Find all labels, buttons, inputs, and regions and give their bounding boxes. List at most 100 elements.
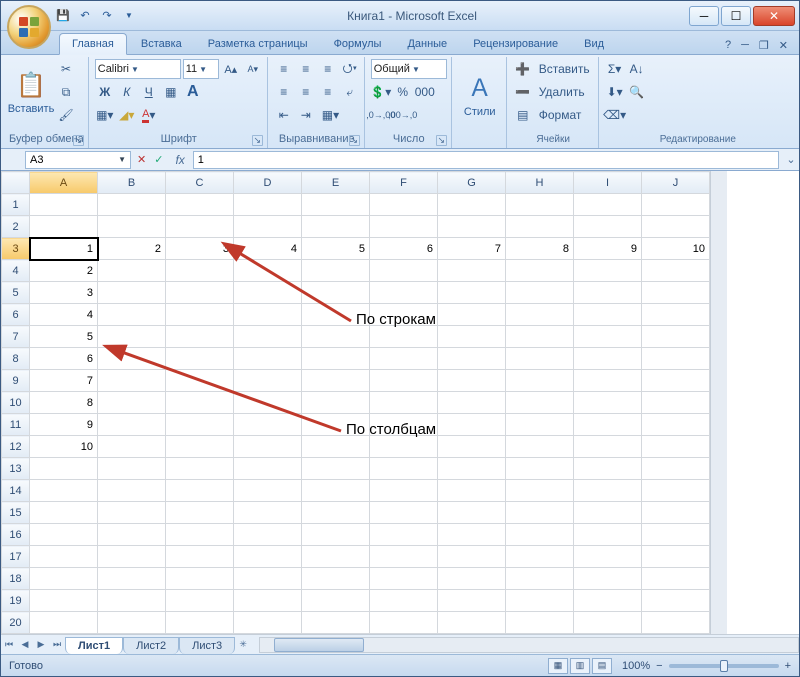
align-center-icon[interactable]: ≡ (296, 82, 316, 102)
percent-icon[interactable]: % (393, 82, 413, 102)
fill-color-icon[interactable]: ◢▾ (117, 105, 137, 125)
cell[interactable] (98, 612, 166, 634)
maximize-button[interactable]: ☐ (721, 6, 751, 26)
decrease-indent-icon[interactable]: ⇤ (274, 105, 294, 125)
number-format-combo[interactable]: Общий▼ (371, 59, 447, 79)
cell[interactable] (30, 612, 98, 634)
font-family-combo[interactable]: Calibri▼ (95, 59, 181, 79)
bold-button[interactable]: Ж (95, 82, 115, 102)
align-middle-icon[interactable]: ≡ (296, 59, 316, 79)
cell[interactable] (642, 612, 710, 634)
sheet-tab-2[interactable]: Лист2 (123, 637, 179, 654)
dialog-launcher-icon[interactable]: ↘ (73, 135, 84, 146)
fx-icon[interactable]: fx (167, 153, 192, 167)
cell[interactable] (234, 612, 302, 634)
grow-font-icon[interactable]: A▴ (221, 59, 241, 79)
cell[interactable] (438, 612, 506, 634)
view-page-layout-icon[interactable]: ▥ (570, 658, 590, 674)
orientation-icon[interactable]: ⭯▾ (340, 59, 360, 79)
dialog-launcher-icon[interactable]: ↘ (252, 135, 263, 146)
font-size-combo[interactable]: 11▼ (183, 59, 219, 79)
mdi-close-icon[interactable]: ✕ (776, 37, 791, 54)
qat-dropdown-icon[interactable]: ▼ (121, 8, 137, 24)
cell[interactable] (506, 612, 574, 634)
cancel-formula-icon[interactable]: ✕ (133, 153, 150, 166)
font-big-icon[interactable]: A (183, 82, 203, 102)
save-icon[interactable]: 💾 (55, 8, 71, 24)
office-button[interactable] (7, 5, 51, 49)
border-dropdown-icon[interactable]: ▦▾ (95, 105, 115, 125)
undo-icon[interactable]: ↶ (77, 8, 93, 24)
sort-filter-icon[interactable]: A↓ (627, 59, 647, 79)
shrink-font-icon[interactable]: A▾ (243, 59, 263, 79)
tab-review[interactable]: Рецензирование (461, 34, 570, 54)
tab-view[interactable]: Вид (572, 34, 616, 54)
last-sheet-icon[interactable]: ⏭ (49, 639, 65, 650)
fill-icon[interactable]: ⬇▾ (605, 82, 625, 102)
copy-icon[interactable]: ⧉ (56, 82, 76, 102)
font-color-icon[interactable]: A▾ (139, 105, 159, 125)
redo-icon[interactable]: ↷ (99, 8, 115, 24)
wrap-text-icon[interactable]: ⤶ (340, 82, 360, 102)
help-icon[interactable]: ? (722, 37, 734, 54)
zoom-out-icon[interactable]: − (656, 660, 662, 672)
first-sheet-icon[interactable]: ⏮ (1, 639, 17, 650)
underline-button[interactable]: Ч (139, 82, 159, 102)
currency-icon[interactable]: 💲▾ (371, 82, 391, 102)
view-page-break-icon[interactable]: ▤ (592, 658, 612, 674)
format-cells-icon[interactable]: ▤ (513, 105, 533, 125)
expand-formula-bar-icon[interactable]: ⌄ (783, 153, 799, 166)
delete-cells-button[interactable]: Удалить (535, 82, 589, 102)
insert-cells-icon[interactable]: ➕ (513, 59, 533, 79)
italic-button[interactable]: К (117, 82, 137, 102)
accept-formula-icon[interactable]: ✓ (150, 153, 167, 166)
clear-icon[interactable]: ⌫▾ (605, 105, 625, 125)
sheet-tab-1[interactable]: Лист1 (65, 637, 123, 654)
align-left-icon[interactable]: ≡ (274, 82, 294, 102)
dialog-launcher-icon[interactable]: ↘ (349, 135, 360, 146)
tab-home[interactable]: Главная (59, 33, 127, 55)
name-box[interactable]: A3▼ (25, 151, 131, 169)
horizontal-scrollbar[interactable] (259, 637, 799, 653)
tab-formulas[interactable]: Формулы (322, 34, 394, 54)
comma-icon[interactable]: 000 (415, 82, 435, 102)
zoom-slider[interactable] (669, 664, 779, 668)
cell[interactable] (166, 612, 234, 634)
tab-data[interactable]: Данные (395, 34, 459, 54)
format-cells-button[interactable]: Формат (535, 105, 586, 125)
border-icon[interactable]: ▦ (161, 82, 181, 102)
cell[interactable] (370, 612, 438, 634)
increase-indent-icon[interactable]: ⇥ (296, 105, 316, 125)
find-icon[interactable]: 🔍 (627, 82, 647, 102)
delete-cells-icon[interactable]: ➖ (513, 82, 533, 102)
paste-button[interactable]: 📋 Вставить (9, 59, 53, 127)
close-button[interactable]: ✕ (753, 6, 795, 26)
cut-icon[interactable]: ✂ (56, 59, 76, 79)
sheet-tab-3[interactable]: Лист3 (179, 637, 235, 654)
dialog-launcher-icon[interactable]: ↘ (436, 135, 447, 146)
next-sheet-icon[interactable]: ▶ (33, 639, 49, 650)
align-top-icon[interactable]: ≡ (274, 59, 294, 79)
cell[interactable] (302, 612, 370, 634)
styles-button[interactable]: Ａ Стили (458, 59, 502, 127)
format-painter-icon[interactable]: 🖌 (56, 105, 76, 125)
view-normal-icon[interactable]: ▦ (548, 658, 568, 674)
align-bottom-icon[interactable]: ≡ (318, 59, 338, 79)
tab-pagelayout[interactable]: Разметка страницы (196, 34, 320, 54)
prev-sheet-icon[interactable]: ◀ (17, 639, 33, 650)
align-right-icon[interactable]: ≡ (318, 82, 338, 102)
decrease-decimal-icon[interactable]: ,00→,0 (393, 105, 413, 125)
cell[interactable] (574, 612, 642, 634)
row-header[interactable]: 20 (2, 612, 30, 634)
tab-insert[interactable]: Вставка (129, 34, 194, 54)
mdi-minimize-icon[interactable]: ─ (738, 37, 752, 54)
merge-cells-icon[interactable]: ▦▾ (318, 105, 343, 125)
ribbon-tabs: Главная Вставка Разметка страницы Формул… (1, 31, 799, 55)
formula-input[interactable]: 1 (193, 151, 779, 169)
minimize-button[interactable]: ─ (689, 6, 719, 26)
zoom-in-icon[interactable]: + (785, 660, 791, 672)
insert-cells-button[interactable]: Вставить (535, 59, 594, 79)
mdi-restore-icon[interactable]: ❐ (756, 37, 772, 54)
new-sheet-icon[interactable]: ✳ (235, 639, 251, 650)
autosum-icon[interactable]: Σ▾ (605, 59, 625, 79)
